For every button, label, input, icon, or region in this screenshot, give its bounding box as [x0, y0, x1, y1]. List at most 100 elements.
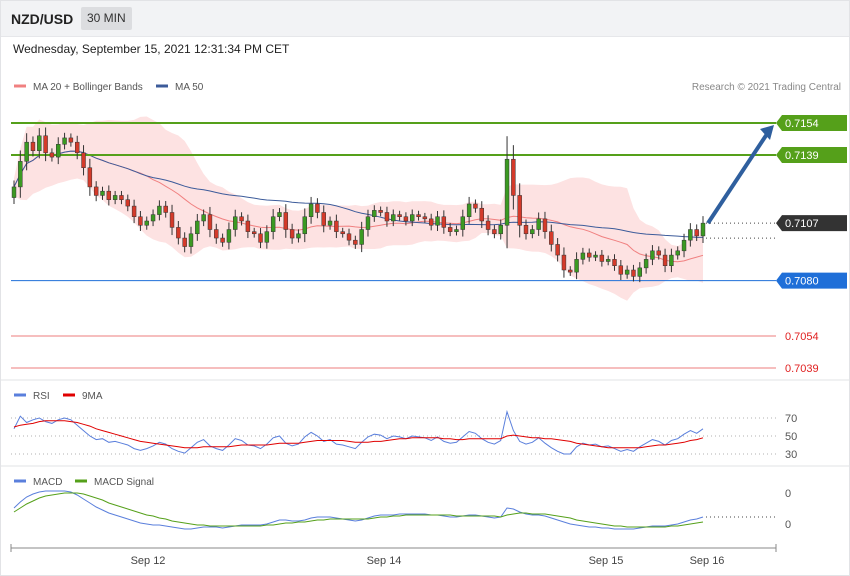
candle-body	[346, 233, 352, 241]
bollinger-bands	[14, 116, 703, 301]
forecast-arrow	[706, 125, 774, 225]
candle-body	[289, 229, 295, 239]
candle-body	[353, 239, 358, 245]
candle-body	[435, 216, 440, 226]
copyright-label: Research © 2021 Trading Central	[692, 82, 841, 93]
candle-body	[296, 233, 301, 239]
candle-body	[30, 141, 36, 151]
candle-body	[479, 207, 484, 222]
candle-body	[49, 152, 55, 158]
candle-body	[18, 161, 23, 188]
candle-body	[580, 252, 586, 260]
candle-body	[605, 259, 611, 262]
target-1-label: 0.7054	[785, 331, 819, 343]
candle-body	[157, 205, 162, 215]
rsi-legend-swatch	[14, 393, 26, 397]
candle-body	[302, 216, 307, 235]
candle-body	[466, 203, 472, 217]
time-axis-label: Sep 12	[131, 555, 166, 567]
candle-body	[182, 237, 187, 247]
candle-body	[536, 218, 541, 230]
time-axis: Sep 12 Sep 14 Sep 15 Sep 16	[10, 544, 777, 567]
candle-body	[359, 229, 364, 245]
candle-body	[56, 144, 61, 158]
candle-body	[220, 237, 225, 243]
candle-body	[207, 214, 213, 230]
candle-body	[416, 214, 421, 217]
target-2-label: 0.7039	[785, 363, 819, 375]
candle-body	[245, 220, 251, 232]
ma50-legend-swatch	[156, 84, 168, 88]
candle-body	[11, 186, 17, 198]
rsi-legend-label: RSI	[33, 391, 50, 402]
candle-body	[87, 167, 93, 188]
resistance-2-label: 0.7139	[785, 150, 819, 162]
rsi-tick-label: 50	[785, 431, 797, 443]
macd-tick-label: 0	[785, 488, 791, 500]
candle-body	[365, 216, 371, 230]
candle-body	[277, 212, 282, 217]
candle-body	[485, 220, 491, 230]
resistance-1-label: 0.7154	[785, 118, 819, 130]
candle-body	[125, 199, 130, 207]
candle-body	[37, 135, 42, 151]
candle-body	[233, 216, 238, 230]
candle-body	[422, 216, 428, 220]
candle-body	[163, 205, 168, 213]
candle-body	[214, 229, 219, 239]
candle-body	[447, 227, 453, 232]
candle-body	[93, 186, 99, 196]
candle-body	[327, 220, 333, 226]
rsi-tick-label: 70	[785, 413, 797, 425]
candle-body	[511, 158, 516, 196]
candle-body	[688, 229, 693, 241]
candle-body	[593, 254, 598, 258]
price-chart: MA 20 + Bollinger Bands MA 50 Research ©…	[0, 82, 850, 567]
candle-body	[504, 158, 510, 226]
ma20-legend-swatch	[14, 84, 26, 88]
forecast-arrow-head	[760, 125, 774, 140]
macd-signal-legend-label: MACD Signal	[94, 477, 154, 488]
candle-body	[75, 141, 80, 154]
candle-body	[599, 254, 605, 262]
candle-body	[43, 135, 48, 154]
candle-body	[131, 205, 137, 217]
candle-body	[283, 212, 289, 230]
candle-body	[618, 265, 624, 275]
candle-body	[378, 210, 383, 213]
candle-body	[308, 203, 314, 217]
candle-body	[441, 216, 447, 228]
chart-legend: MA 20 + Bollinger Bands MA 50 Research ©…	[14, 82, 841, 93]
candle-body	[251, 231, 257, 235]
candle-body	[68, 137, 74, 143]
rsi-panel: 70 50 30	[11, 409, 797, 461]
macd-tick-label: 0	[785, 519, 791, 531]
candle-body	[492, 229, 497, 235]
candle-body	[24, 141, 29, 162]
candle-body	[656, 250, 661, 256]
candle-body	[81, 152, 86, 168]
candle-body	[574, 259, 579, 273]
candle-body	[568, 269, 573, 273]
candle-body	[403, 216, 409, 222]
candle-body	[169, 212, 175, 228]
candle-body	[561, 254, 567, 271]
rsi-ma-legend-label: 9MA	[82, 391, 103, 402]
macd-legend: MACD MACD Signal	[14, 477, 154, 488]
candle-body	[176, 227, 181, 239]
candle-body	[315, 203, 320, 213]
level-labels: 0.7154 0.7139 0.7080 0.7054 0.7039 0.7107	[776, 115, 847, 375]
candle-body	[662, 254, 668, 266]
time-axis-label: Sep 14	[367, 555, 402, 567]
rsi-legend: RSI 9MA	[14, 391, 103, 402]
candle-body	[264, 231, 270, 243]
candle-body	[694, 229, 699, 237]
candle-body	[631, 269, 636, 277]
candle-body	[669, 254, 674, 266]
ma50-legend-label: MA 50	[175, 82, 204, 93]
candle-body	[384, 212, 390, 222]
candle-body	[144, 220, 149, 226]
macd-panel: 00	[13, 488, 791, 531]
candle-body	[270, 216, 276, 232]
rsi-tick-label: 30	[785, 449, 797, 461]
